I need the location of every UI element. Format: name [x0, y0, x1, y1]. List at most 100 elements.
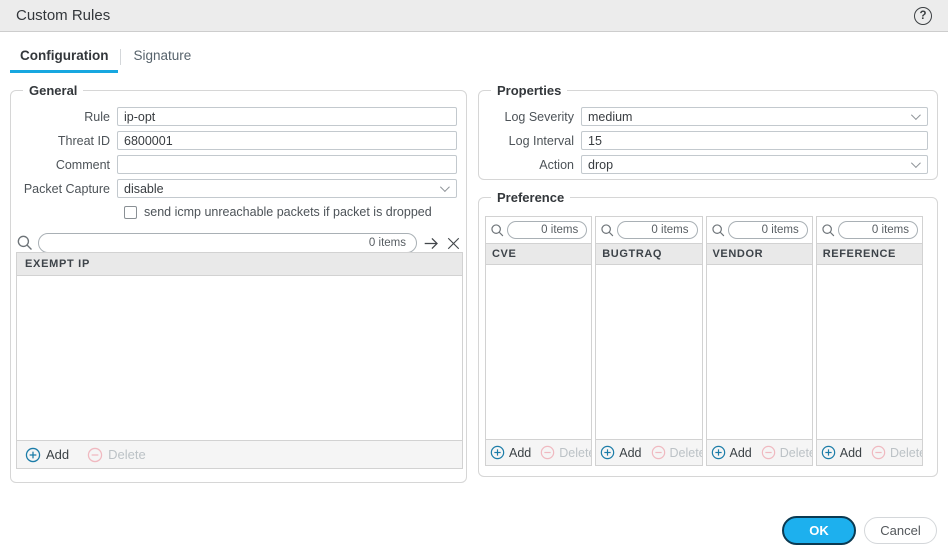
- cve-add-button[interactable]: Add: [490, 445, 531, 460]
- icmp-checkbox-row: send icmp unreachable packets if packet …: [124, 203, 466, 221]
- clear-filter-close-icon[interactable]: [446, 236, 461, 251]
- action-row: Action drop: [485, 155, 928, 174]
- add-button-label: Add: [46, 447, 70, 462]
- log-interval-input[interactable]: [581, 131, 928, 150]
- apply-filter-arrow-icon[interactable]: [423, 235, 440, 252]
- packet-capture-label: Packet Capture: [23, 181, 110, 196]
- tab-bar: Configuration Signature: [10, 48, 201, 73]
- bugtraq-column: 0 items BUGTRAQ Add Delete: [595, 216, 703, 466]
- vendor-search-input[interactable]: 0 items: [727, 221, 808, 239]
- exempt-ip-add-button[interactable]: Add: [25, 447, 69, 463]
- rule-row: Rule: [17, 107, 457, 126]
- cancel-button[interactable]: Cancel: [864, 517, 937, 544]
- bugtraq-list-body: [596, 265, 702, 439]
- packet-capture-select[interactable]: disable: [117, 179, 457, 198]
- vendor-delete-button[interactable]: Delete: [761, 445, 812, 460]
- cve-footer: Add Delete: [486, 439, 592, 465]
- tab-configuration[interactable]: Configuration: [10, 48, 119, 73]
- action-value: drop: [588, 157, 614, 172]
- comment-label: Comment: [55, 157, 110, 172]
- vendor-add-button[interactable]: Add: [711, 445, 752, 460]
- general-legend: General: [23, 82, 84, 99]
- delete-button-label: Delete: [779, 445, 812, 460]
- delete-button-label: Delete: [669, 445, 702, 460]
- cve-items-count: 0 items: [541, 224, 579, 236]
- minus-circle-icon: [761, 445, 775, 460]
- delete-button-label: Delete: [108, 447, 146, 462]
- log-interval-row: Log Interval: [485, 131, 928, 150]
- properties-legend: Properties: [491, 82, 568, 99]
- plus-circle-icon: [821, 445, 835, 460]
- exempt-ip-table-body: [17, 276, 462, 440]
- reference-delete-button[interactable]: Delete: [871, 445, 922, 460]
- packet-capture-row: Packet Capture disable: [17, 179, 457, 198]
- delete-button-label: Delete: [890, 445, 922, 460]
- minus-circle-icon: [87, 447, 103, 462]
- vendor-column-header[interactable]: VENDOR: [706, 243, 812, 265]
- chevron-down-icon: [910, 158, 921, 169]
- cve-column-header[interactable]: CVE: [486, 243, 592, 265]
- comment-row: Comment: [17, 155, 457, 174]
- action-select[interactable]: drop: [581, 155, 928, 174]
- preference-columns: 0 items CVE Add Delete: [485, 216, 923, 466]
- help-icon[interactable]: ?: [914, 6, 932, 25]
- exempt-ip-column-header[interactable]: EXEMPT IP: [17, 253, 462, 276]
- log-severity-row: Log Severity medium: [485, 107, 928, 126]
- dialog-titlebar: Custom Rules ?: [0, 0, 948, 32]
- bugtraq-search-input[interactable]: 0 items: [617, 221, 698, 239]
- add-button-label: Add: [729, 445, 752, 460]
- plus-circle-icon: [601, 445, 615, 460]
- delete-button-label: Delete: [559, 445, 591, 460]
- icmp-unreachable-checkbox[interactable]: [124, 205, 137, 219]
- exempt-ip-search-input[interactable]: 0 items: [38, 233, 417, 253]
- properties-groupbox: Properties Log Severity medium Log Inter…: [478, 82, 938, 180]
- reference-footer: Add Delete: [816, 439, 922, 465]
- bugtraq-add-button[interactable]: Add: [600, 445, 642, 460]
- dialog-title: Custom Rules: [16, 7, 111, 24]
- cve-list-body: [486, 265, 592, 439]
- reference-search-input[interactable]: 0 items: [837, 221, 918, 239]
- vendor-items-count: 0 items: [761, 224, 799, 236]
- search-icon: [490, 223, 505, 238]
- tab-signature[interactable]: Signature: [123, 48, 201, 73]
- cve-search-input[interactable]: 0 items: [507, 221, 588, 239]
- ok-button[interactable]: OK: [782, 516, 856, 545]
- bugtraq-column-header[interactable]: BUGTRAQ: [596, 243, 702, 265]
- tab-separator: [120, 48, 122, 65]
- log-interval-label: Log Interval: [508, 133, 574, 148]
- chevron-down-icon: [910, 110, 921, 121]
- general-groupbox: General Rule Threat ID Comment Packet Ca…: [10, 82, 467, 483]
- comment-input[interactable]: [117, 155, 457, 174]
- bugtraq-delete-button[interactable]: Delete: [651, 445, 702, 460]
- general-form: Rule Threat ID Comment Packet Capture di…: [11, 91, 466, 254]
- threat-id-label: Threat ID: [57, 133, 110, 148]
- cve-column: 0 items CVE Add Delete: [485, 216, 593, 466]
- vendor-footer: Add Delete: [706, 439, 812, 465]
- bugtraq-footer: Add Delete: [596, 439, 702, 465]
- plus-circle-icon: [490, 445, 505, 460]
- rule-label: Rule: [84, 109, 110, 124]
- log-severity-select[interactable]: medium: [581, 107, 928, 126]
- exempt-ip-delete-button[interactable]: Delete: [87, 447, 146, 463]
- custom-rules-dialog: Custom Rules ? Configuration Signature G…: [0, 0, 948, 559]
- search-icon: [821, 223, 836, 238]
- plus-circle-icon: [711, 445, 725, 460]
- minus-circle-icon: [541, 445, 555, 460]
- preference-groupbox: Preference 0 items CVE Add Delete: [478, 189, 938, 477]
- cve-delete-button[interactable]: Delete: [540, 445, 591, 460]
- add-button-label: Add: [619, 445, 642, 460]
- action-label: Action: [539, 157, 574, 172]
- plus-circle-icon: [25, 447, 41, 462]
- add-button-label: Add: [509, 445, 532, 460]
- exempt-ip-table-footer: Add Delete: [17, 440, 462, 468]
- rule-input[interactable]: [117, 107, 457, 126]
- threat-id-input[interactable]: [117, 131, 457, 150]
- chevron-down-icon: [439, 182, 450, 193]
- log-severity-value: medium: [588, 109, 633, 124]
- icmp-unreachable-label: send icmp unreachable packets if packet …: [144, 205, 432, 219]
- search-icon: [711, 223, 726, 238]
- reference-add-button[interactable]: Add: [821, 445, 862, 460]
- vendor-list-body: [706, 265, 812, 439]
- search-icon: [600, 223, 615, 238]
- reference-column-header[interactable]: REFERENCE: [816, 243, 922, 265]
